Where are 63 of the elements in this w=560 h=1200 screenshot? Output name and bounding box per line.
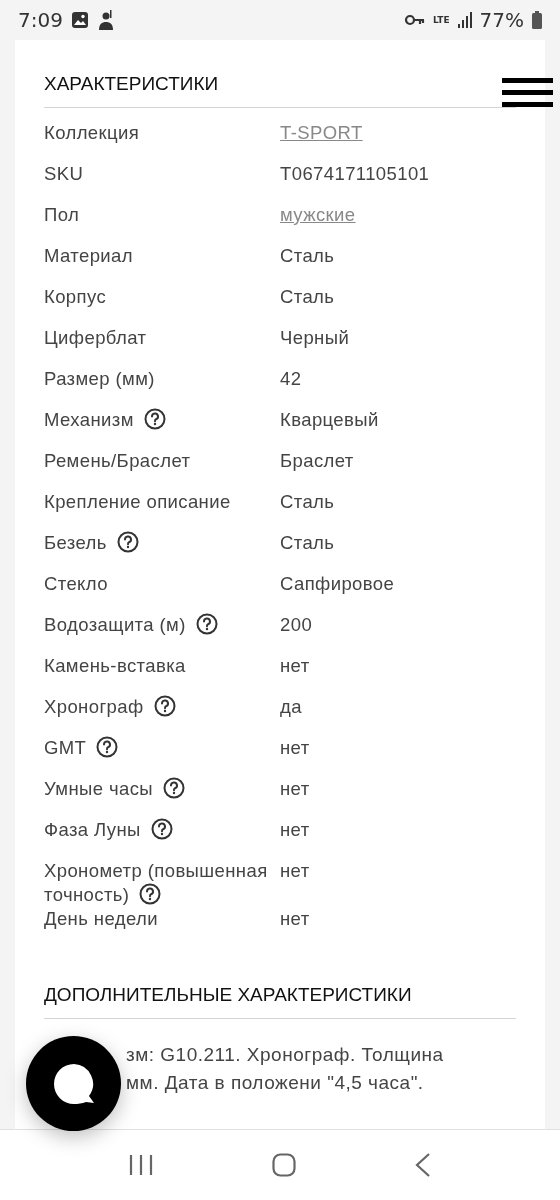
help-icon[interactable] [150, 818, 173, 840]
spec-value: Кварцевый [280, 408, 379, 432]
help-icon[interactable] [163, 777, 186, 799]
spec-label: Пол [44, 203, 81, 227]
recents-icon[interactable] [129, 1154, 154, 1176]
spec-label: Крепление описание [44, 490, 232, 514]
spec-label: Циферблат [44, 326, 148, 350]
spec-label: Умные часы [44, 777, 280, 801]
chat-icon [51, 1061, 96, 1106]
spec-value: Браслет [280, 449, 354, 473]
home-icon[interactable] [272, 1153, 296, 1177]
battery-percent: 77% [479, 8, 524, 32]
spec-value: 42 [280, 367, 302, 391]
spec-label: Хронограф [44, 695, 280, 719]
help-icon[interactable] [96, 736, 119, 758]
spec-value: Черный [280, 326, 350, 350]
help-icon[interactable] [143, 408, 166, 430]
clock-time: 7:09 [18, 8, 63, 32]
help-icon[interactable] [195, 613, 218, 635]
spec-value: нет [280, 859, 310, 883]
spec-value: Сталь [280, 490, 335, 514]
help-icon[interactable] [116, 531, 139, 553]
spec-value: Сапфировое [280, 572, 395, 596]
spec-label: Стекло [44, 572, 109, 596]
spec-value: T0674171105101 [280, 162, 430, 186]
spec-label: День недели [44, 907, 159, 931]
spec-value: да [280, 695, 302, 719]
spec-label: Безель [44, 531, 280, 555]
spec-link[interactable]: мужские [280, 203, 356, 227]
back-icon[interactable] [414, 1153, 431, 1177]
spec-label: GMT [44, 736, 280, 760]
help-icon[interactable] [153, 695, 176, 717]
spec-value: нет [280, 907, 310, 931]
signal-icon [457, 12, 472, 28]
help-icon[interactable] [139, 883, 162, 905]
spec-label: Хронометр (повышенная точность) [44, 859, 269, 907]
network-type: LTE [433, 15, 450, 25]
image-icon [70, 11, 89, 29]
spec-link[interactable]: T-SPORT [280, 121, 363, 145]
spec-label: Корпус [44, 285, 108, 309]
spec-value: Сталь [280, 244, 335, 268]
spec-label: Коллекция [44, 121, 141, 145]
person-icon [96, 10, 115, 30]
spec-value: нет [280, 654, 310, 678]
spec-value: Сталь [280, 531, 335, 555]
spec-value: нет [280, 777, 310, 801]
spec-label: Камень-вставка [44, 654, 187, 678]
spec-label: Фаза Луны [44, 818, 280, 842]
spec-value: нет [280, 736, 310, 760]
key-icon [405, 14, 425, 26]
spec-value: нет [280, 818, 310, 842]
spec-label: Материал [44, 244, 134, 268]
spec-value: 200 [280, 613, 313, 637]
menu-icon[interactable] [502, 78, 553, 107]
spec-label: Водозащита (м) [44, 613, 280, 637]
spec-label: SKU [44, 162, 85, 186]
spec-value: Сталь [280, 285, 335, 309]
section-heading: ДОПОЛНИТЕЛЬНЫЕ ХАРАКТЕРИСТИКИ [44, 948, 516, 1019]
spec-label: Ремень/Браслет [44, 449, 192, 473]
spec-label: Размер (мм) [44, 367, 156, 391]
battery-icon [532, 11, 542, 29]
description-text: зм: G10.211. Хронограф. Толщина мм. Дата в положени "4,5 часа". [126, 1043, 445, 1095]
spec-label: Механизм [44, 408, 280, 432]
